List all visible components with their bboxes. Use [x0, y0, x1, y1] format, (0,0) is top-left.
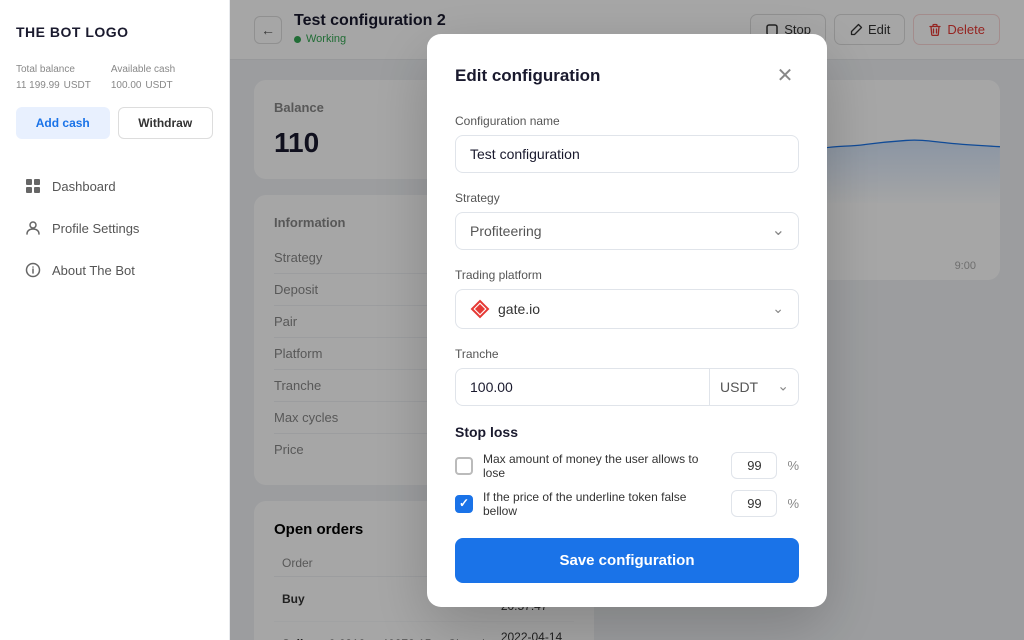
logo: THE BOT LOGO [16, 24, 213, 40]
stop-loss-label-2: If the price of the underline token fals… [483, 490, 721, 518]
platform-value: gate.io [498, 301, 540, 317]
cash-actions: Add cash Withdraw [16, 107, 213, 139]
edit-config-modal: Edit configuration ✕ Configuration name … [427, 34, 827, 607]
sidebar: THE BOT LOGO Total balance 11 199.99 USD… [0, 0, 230, 640]
total-balance-label: Total balance [16, 64, 91, 75]
available-cash-value: 100.00 USDT [111, 75, 175, 91]
user-icon [24, 219, 42, 237]
withdraw-button[interactable]: Withdraw [118, 107, 214, 139]
platform-label: Trading platform [455, 268, 799, 282]
strategy-group: Strategy Profiteering Scalping Grid [455, 191, 799, 250]
config-name-input[interactable] [455, 135, 799, 173]
main-area: ← Test configuration 2 Working Stop Edit… [230, 0, 1024, 640]
tranche-currency-select[interactable]: USDT BTC ETH [709, 368, 799, 406]
platform-select[interactable]: gate.io ⌄ [455, 289, 799, 329]
stop-loss-value-1[interactable] [731, 452, 777, 479]
strategy-select[interactable]: Profiteering Scalping Grid [455, 212, 799, 250]
stop-loss-section: Stop loss Max amount of money the user a… [455, 424, 799, 518]
config-name-label: Configuration name [455, 114, 799, 128]
sidebar-item-dashboard[interactable]: Dashboard [16, 167, 213, 205]
modal-header: Edit configuration ✕ [455, 62, 799, 90]
tranche-row: USDT BTC ETH [455, 368, 799, 406]
tranche-group: Tranche USDT BTC ETH [455, 347, 799, 406]
stop-loss-title: Stop loss [455, 424, 799, 440]
available-cash: Available cash 100.00 USDT [111, 64, 175, 91]
strategy-select-wrapper: Profiteering Scalping Grid [455, 212, 799, 250]
balance-row: Total balance 11 199.99 USDT Available c… [16, 64, 213, 91]
pct-sign-1: % [787, 458, 799, 473]
chevron-down-icon: ⌄ [772, 300, 784, 317]
sidebar-item-profile[interactable]: Profile Settings [16, 209, 213, 247]
stop-loss-label-1: Max amount of money the user allows to l… [483, 452, 721, 480]
add-cash-button[interactable]: Add cash [16, 107, 110, 139]
grid-icon [24, 177, 42, 195]
dashboard-label: Dashboard [52, 179, 116, 194]
modal-close-button[interactable]: ✕ [771, 62, 799, 90]
stop-loss-value-2[interactable] [731, 490, 777, 517]
stop-loss-checkbox-2[interactable] [455, 495, 473, 513]
gate-icon [470, 299, 490, 319]
stop-loss-row-2: If the price of the underline token fals… [455, 490, 799, 518]
profile-label: Profile Settings [52, 221, 139, 236]
stop-loss-row-1: Max amount of money the user allows to l… [455, 452, 799, 480]
modal-overlay: Edit configuration ✕ Configuration name … [230, 0, 1024, 640]
about-label: About The Bot [52, 263, 135, 278]
info-icon [24, 261, 42, 279]
strategy-label: Strategy [455, 191, 799, 205]
modal-title: Edit configuration [455, 66, 600, 86]
tranche-input[interactable] [455, 368, 709, 406]
pct-sign-2: % [787, 496, 799, 511]
tranche-label: Tranche [455, 347, 799, 361]
total-balance: Total balance 11 199.99 USDT [16, 64, 91, 91]
config-name-group: Configuration name [455, 114, 799, 173]
tranche-currency-select-wrapper: USDT BTC ETH [709, 368, 799, 406]
total-balance-value: 11 199.99 USDT [16, 75, 91, 91]
stop-loss-checkbox-1[interactable] [455, 457, 473, 475]
platform-group: Trading platform gate.io ⌄ [455, 268, 799, 329]
sidebar-item-about[interactable]: About The Bot [16, 251, 213, 289]
save-configuration-button[interactable]: Save configuration [455, 538, 799, 583]
available-cash-label: Available cash [111, 64, 175, 75]
